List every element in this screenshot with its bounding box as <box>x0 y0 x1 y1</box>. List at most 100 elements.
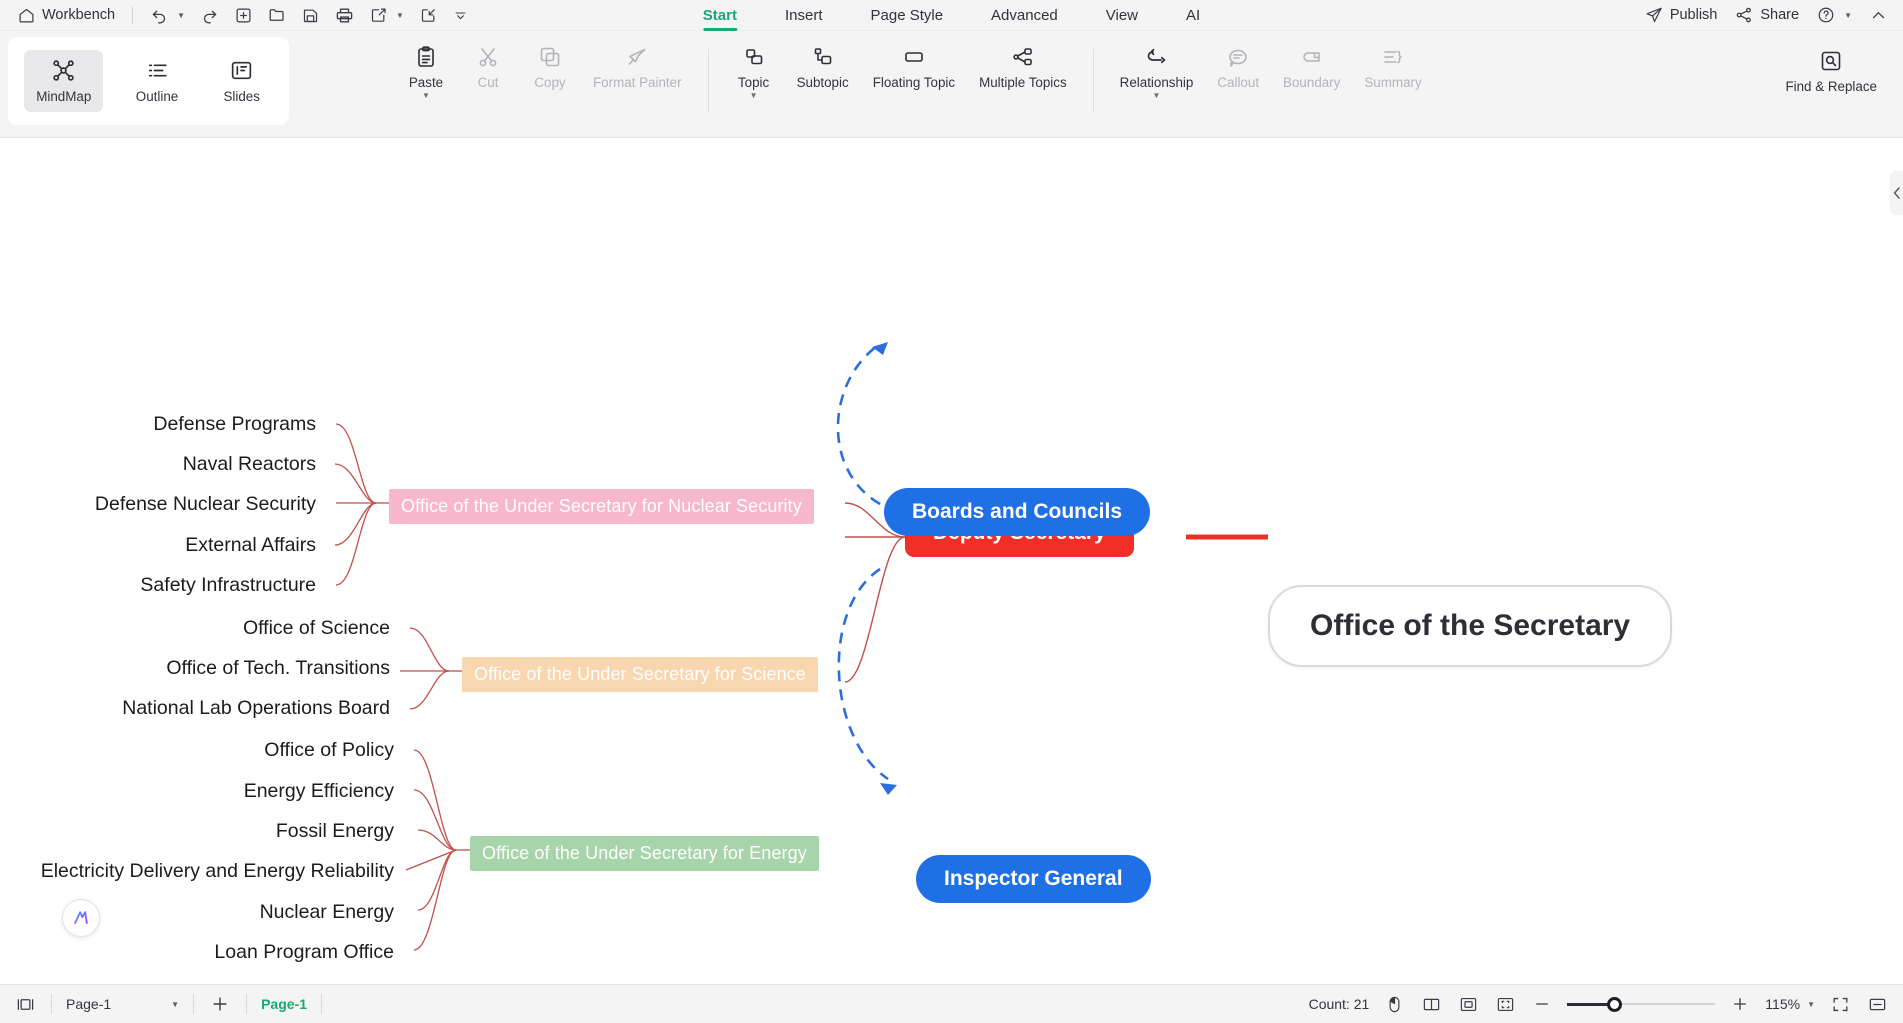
mouse-mode-icon[interactable] <box>1383 993 1406 1016</box>
leaf-external-affairs[interactable]: External Affairs <box>0 532 320 559</box>
topic-dropdown-caret[interactable]: ▼ <box>750 91 758 100</box>
relationship-button[interactable]: Relationship ▼ <box>1108 37 1206 108</box>
multiple-topics-button[interactable]: Multiple Topics <box>967 37 1079 98</box>
leaf-office-of-policy[interactable]: Office of Policy <box>0 737 398 764</box>
view-outline-button[interactable]: Outline <box>124 50 190 112</box>
leaf-office-of-science[interactable]: Office of Science <box>0 615 394 642</box>
print-button[interactable] <box>327 3 362 28</box>
undo-icon <box>150 6 168 24</box>
workbench-button[interactable]: Workbench <box>10 4 123 27</box>
collapse-ribbon-button[interactable] <box>1862 4 1895 27</box>
undo-dropdown-caret[interactable]: ▼ <box>177 11 185 20</box>
leaf-naval-reactors[interactable]: Naval Reactors <box>0 451 320 478</box>
page-select-caret[interactable]: ▼ <box>171 1000 179 1009</box>
right-panel-collapse-handle[interactable] <box>1890 171 1903 215</box>
share-label: Share <box>1760 7 1800 23</box>
redo-button[interactable] <box>193 3 227 27</box>
ribbon-divider-2 <box>1092 49 1094 113</box>
leaf-electricity-delivery[interactable]: Electricity Delivery and Energy Reliabil… <box>0 858 398 885</box>
help-dropdown-caret[interactable]: ▼ <box>1844 11 1852 20</box>
fit-screen-icon[interactable] <box>1494 993 1517 1016</box>
import-button[interactable] <box>412 4 445 27</box>
view-mindmap-button[interactable]: MindMap <box>24 50 104 112</box>
leaf-safety-infrastructure[interactable]: Safety Infrastructure <box>0 572 320 599</box>
subtopic-button[interactable]: Subtopic <box>785 37 861 98</box>
floating-topic-icon <box>902 45 926 69</box>
leaf-defense-programs[interactable]: Defense Programs <box>0 411 320 438</box>
fit-page-icon[interactable] <box>1457 993 1480 1016</box>
floating-topic-button[interactable]: Floating Topic <box>861 37 967 98</box>
paste-dropdown-caret[interactable]: ▼ <box>422 91 430 100</box>
tab-ai[interactable]: AI <box>1162 0 1224 31</box>
branch-bar-science[interactable]: Office of the Under Secretary for Scienc… <box>462 657 818 692</box>
add-page-icon[interactable] <box>208 992 232 1016</box>
new-file-button[interactable] <box>227 4 260 27</box>
cut-button: Cut <box>457 37 519 98</box>
topbar-actions: Publish Share ▼ <box>1637 3 1895 27</box>
view-mindmap-label: MindMap <box>36 89 92 104</box>
presentation-icon[interactable] <box>1866 993 1889 1016</box>
format-painter-icon <box>625 45 649 69</box>
root-node[interactable]: Office of the Secretary <box>1268 585 1673 667</box>
undo-button[interactable]: ▼ <box>142 3 193 27</box>
topic-button[interactable]: Topic ▼ <box>723 37 785 108</box>
tab-advanced[interactable]: Advanced <box>967 0 1082 31</box>
export-dropdown-caret[interactable]: ▼ <box>396 11 404 20</box>
zoom-level-caret[interactable]: ▼ <box>1807 1000 1815 1009</box>
format-painter-label: Format Painter <box>593 75 682 90</box>
panel-toggle-icon[interactable] <box>14 993 37 1016</box>
leaf-fossil-energy[interactable]: Fossil Energy <box>0 818 398 845</box>
branch-bar-nuclear-security[interactable]: Office of the Under Secretary for Nuclea… <box>389 489 814 524</box>
zoom-level-select[interactable]: 115% ▼ <box>1765 996 1815 1012</box>
leaf-defense-nuclear-security[interactable]: Defense Nuclear Security <box>0 491 320 518</box>
mindmap-icon <box>51 58 76 83</box>
leaf-office-of-tech-transitions[interactable]: Office of Tech. Transitions <box>0 655 394 682</box>
copy-label: Copy <box>534 75 566 90</box>
relationship-dropdown-caret[interactable]: ▼ <box>1153 91 1161 100</box>
export-button[interactable]: ▼ <box>362 4 412 27</box>
open-file-button[interactable] <box>260 3 294 27</box>
ribbon-command-area: Paste ▼ Cut Copy Format Painter Topic ▼ … <box>395 37 1434 132</box>
zoom-in-button[interactable] <box>1729 993 1751 1015</box>
ribbon-divider-1 <box>707 49 709 113</box>
chevron-up-icon <box>1870 7 1887 24</box>
leaf-national-lab-operations-board[interactable]: National Lab Operations Board <box>0 695 394 722</box>
paste-button[interactable]: Paste ▼ <box>395 37 457 108</box>
fullscreen-icon[interactable] <box>1829 993 1852 1016</box>
mindmap-canvas[interactable]: Office of the Secretary Deputy Secretary… <box>0 139 1903 984</box>
find-replace-group: Find & Replace <box>1773 41 1889 102</box>
split-view-icon[interactable] <box>1420 993 1443 1016</box>
leaf-nuclear-energy[interactable]: Nuclear Energy <box>0 899 398 926</box>
redo-icon <box>201 6 219 24</box>
share-button[interactable]: Share <box>1727 3 1807 27</box>
cut-label: Cut <box>477 75 499 90</box>
help-button[interactable]: ▼ <box>1809 3 1860 27</box>
page-tab-page-1[interactable]: Page-1 <box>261 996 307 1012</box>
publish-button[interactable]: Publish <box>1637 3 1726 27</box>
tab-page-style[interactable]: Page Style <box>847 0 968 31</box>
paste-label: Paste <box>408 75 444 90</box>
summary-button: Summary <box>1352 37 1433 98</box>
quick-access-toolbar: Workbench ▼ ▼ <box>0 3 476 28</box>
page-select-value: Page-1 <box>66 996 112 1012</box>
node-count-label: Count: 21 <box>1308 996 1370 1012</box>
view-slides-button[interactable]: Slides <box>211 50 273 112</box>
inspector-general-node[interactable]: Inspector General <box>916 855 1151 903</box>
tab-view[interactable]: View <box>1082 0 1162 31</box>
branch-bar-energy[interactable]: Office of the Under Secretary for Energy <box>470 836 819 871</box>
save-button[interactable] <box>294 4 327 27</box>
zoom-out-button[interactable] <box>1531 993 1553 1015</box>
more-options-button[interactable] <box>445 5 476 26</box>
boards-and-councils-node[interactable]: Boards and Councils <box>884 488 1151 536</box>
find-replace-button[interactable]: Find & Replace <box>1773 41 1889 102</box>
slides-icon <box>229 58 254 83</box>
zoom-slider[interactable] <box>1567 996 1716 1012</box>
tab-insert[interactable]: Insert <box>761 0 847 31</box>
leaf-loan-program-office[interactable]: Loan Program Office <box>0 939 398 966</box>
page-select[interactable]: Page-1 ▼ <box>66 996 179 1012</box>
zoom-slider-knob[interactable] <box>1607 996 1623 1012</box>
boundary-icon <box>1300 45 1324 69</box>
leaf-energy-efficiency[interactable]: Energy Efficiency <box>0 778 398 805</box>
tab-start[interactable]: Start <box>679 0 761 31</box>
boundary-label: Boundary <box>1283 75 1341 90</box>
